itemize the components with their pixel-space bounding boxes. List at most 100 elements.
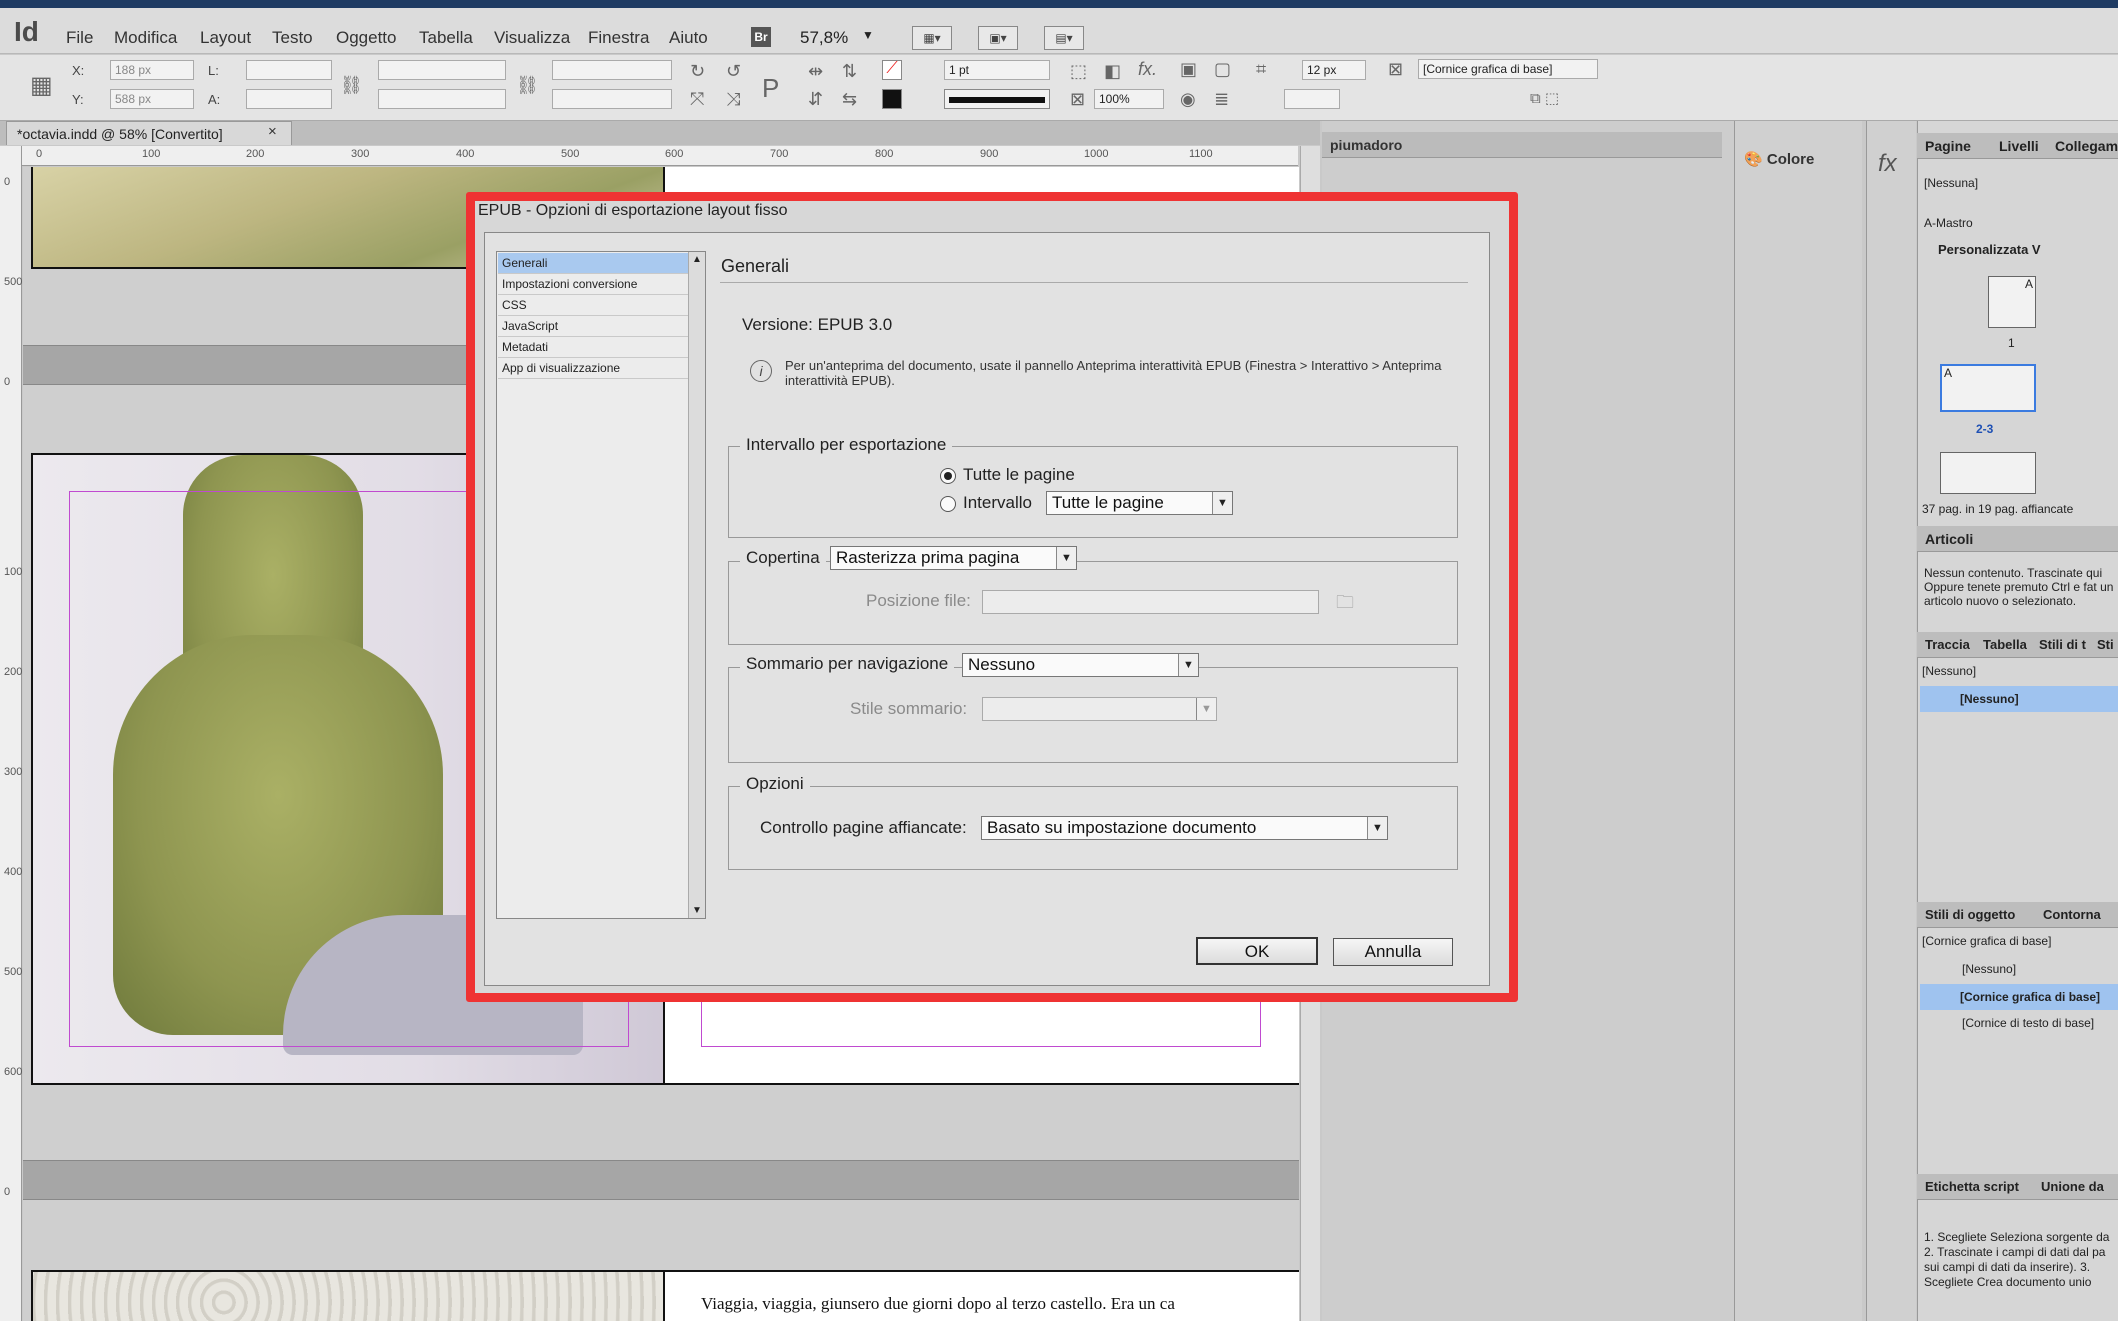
stroke-weight-field[interactable]: 1 pt <box>944 60 1050 80</box>
scale-x-field[interactable] <box>378 60 506 80</box>
flip-vertical-icon[interactable]: ⇵ <box>808 89 823 110</box>
rotation-field[interactable] <box>552 60 672 80</box>
bridge-button[interactable]: Br <box>751 27 771 47</box>
nav-item-css[interactable]: CSS <box>498 295 688 316</box>
menu-aiuto[interactable]: Aiuto <box>669 28 708 48</box>
tab-articoli[interactable]: Articoli <box>1925 531 1973 547</box>
ok-button[interactable]: OK <box>1196 937 1318 965</box>
radio-range-label[interactable]: Intervallo <box>963 493 1032 513</box>
nav-item-javascript[interactable]: JavaScript <box>498 316 688 337</box>
scale-y-field[interactable] <box>378 89 506 109</box>
page-thumbnail-1[interactable]: A <box>1988 276 2036 328</box>
tab-tabella[interactable]: Tabella <box>1983 637 2027 652</box>
menu-tabella[interactable]: Tabella <box>419 28 473 48</box>
document-tab[interactable]: *octavia.indd @ 58% [Convertito] <box>6 121 292 145</box>
pages-none-item[interactable]: [Nessuna] <box>1924 176 1978 190</box>
cover-dropdown[interactable]: Rasterizza prima pagina ▼ <box>830 546 1077 570</box>
style-override-icon[interactable]: ⧉ ⬚ <box>1530 89 1559 107</box>
select-next-icon[interactable]: ⤨ <box>726 89 740 110</box>
nav-item-app-visualizzazione[interactable]: App di visualizzazione <box>498 358 688 379</box>
align-icon[interactable]: ⇅ <box>842 61 857 82</box>
object-style-selected-row[interactable]: [Cornice grafica di base] <box>1920 984 2118 1010</box>
distribute-icon[interactable]: ⇆ <box>842 89 857 110</box>
rotate-counterclockwise-icon[interactable]: ↺ <box>726 61 741 82</box>
tab-livelli[interactable]: Livelli <box>1999 138 2039 154</box>
content-fit-icon[interactable]: ⬚ <box>1070 61 1087 82</box>
zoom-dropdown-icon[interactable]: ▼ <box>862 28 874 42</box>
corner-shape-dropdown[interactable] <box>1284 89 1340 109</box>
fill-none-swatch-icon[interactable]: ⟋ <box>882 60 902 80</box>
spread-control-dropdown[interactable]: Basato su impostazione documento ▼ <box>981 816 1388 840</box>
text-wrap-icon[interactable]: ≣ <box>1214 89 1229 110</box>
x-position-field[interactable]: 188 px <box>110 60 194 80</box>
menu-layout[interactable]: Layout <box>200 28 251 48</box>
body-text[interactable]: Viaggia, viaggia, giunsero due giorni do… <box>701 1294 1175 1314</box>
opacity-field[interactable]: 100% <box>1094 89 1164 109</box>
frame-fitting-icon[interactable]: ▣ <box>1180 59 1197 80</box>
select-previous-icon[interactable]: ⤧ <box>690 89 704 110</box>
constrain-proportions-icon[interactable]: ⛓ <box>340 75 363 96</box>
nav-item-impostazioni-conversione[interactable]: Impostazioni conversione <box>498 274 688 295</box>
tab-stili-tabella[interactable]: Stili di t <box>2039 637 2086 652</box>
color-panel-button[interactable]: 🎨 Colore <box>1744 150 1814 168</box>
view-options-icon[interactable]: ▦▾ <box>912 26 952 50</box>
corner-options-icon[interactable]: ⌗ <box>1256 59 1266 80</box>
radio-range[interactable] <box>940 496 956 512</box>
object-style-dropdown[interactable]: [Cornice grafica di base] <box>1418 59 1598 79</box>
screen-mode-icon[interactable]: ▣▾ <box>978 26 1018 50</box>
nav-scrollbar[interactable]: ▲ ▼ <box>688 252 705 918</box>
rotate-clockwise-icon[interactable]: ↻ <box>690 61 705 82</box>
cancel-button[interactable]: Annulla <box>1333 938 1453 966</box>
tab-pagine[interactable]: Pagine <box>1925 138 1971 154</box>
menu-finestra[interactable]: Finestra <box>588 28 649 48</box>
radio-all-pages[interactable] <box>940 468 956 484</box>
page-thumbnail-next[interactable] <box>1940 452 2036 494</box>
menu-file[interactable]: File <box>66 28 93 48</box>
tab-contorna[interactable]: Contorna <box>2043 907 2101 922</box>
height-field[interactable] <box>246 89 332 109</box>
style-none-item[interactable]: [Nessuno] <box>1922 664 1976 678</box>
scroll-down-icon[interactable]: ▼ <box>692 905 702 916</box>
select-container-icon[interactable]: P <box>762 73 779 104</box>
tab-etichetta-script[interactable]: Etichetta script <box>1925 1179 2019 1194</box>
y-position-field[interactable]: 588 px <box>110 89 194 109</box>
tab-collegamenti[interactable]: Collegam <box>2055 138 2118 154</box>
scroll-up-icon[interactable]: ▲ <box>692 254 702 265</box>
tab-unione-dati[interactable]: Unione da <box>2041 1179 2104 1194</box>
effects-fx-button[interactable]: fx <box>1878 150 1897 178</box>
range-dropdown[interactable]: Tutte le pagine ▼ <box>1046 491 1233 515</box>
object-style-text-frame[interactable]: [Cornice di testo di base] <box>1962 1016 2094 1030</box>
page-size-dropdown[interactable]: Personalizzata V <box>1938 242 2041 257</box>
radio-all-pages-label[interactable]: Tutte le pagine <box>963 465 1075 485</box>
nav-item-generali[interactable]: Generali <box>498 253 688 274</box>
zoom-level[interactable]: 57,8% <box>800 28 848 48</box>
stroke-black-swatch-icon[interactable] <box>882 89 902 109</box>
flip-horizontal-icon[interactable]: ⇹ <box>808 61 823 82</box>
stroke-type-dropdown[interactable] <box>944 89 1050 109</box>
selected-style-row[interactable]: [Nessuno] <box>1920 686 2118 712</box>
menu-testo[interactable]: Testo <box>272 28 313 48</box>
library-panel-title[interactable]: piumadoro <box>1330 137 1402 153</box>
object-style-none[interactable]: [Nessuno] <box>1962 962 2016 976</box>
fill-frame-icon[interactable]: ◉ <box>1180 89 1196 110</box>
arrange-documents-icon[interactable]: ▤▾ <box>1044 26 1084 50</box>
effects-fx-icon[interactable]: fx. <box>1138 59 1157 80</box>
menu-oggetto[interactable]: Oggetto <box>336 28 397 48</box>
pages-master-item[interactable]: A-Mastro <box>1924 216 1973 230</box>
width-field[interactable] <box>246 60 332 80</box>
reference-point-icon[interactable]: ▦ <box>30 71 53 100</box>
center-content-icon[interactable]: ▢ <box>1214 59 1231 80</box>
close-tab-icon[interactable]: × <box>268 123 277 140</box>
tab-stili-oggetto[interactable]: Stili di oggetto <box>1925 907 2015 922</box>
page-bottom-left[interactable] <box>31 1270 671 1321</box>
menu-modifica[interactable]: Modifica <box>114 28 177 48</box>
page-thumbnail-spread[interactable]: A <box>1940 364 2036 412</box>
link-icon[interactable]: ⛓ <box>516 75 539 96</box>
tab-traccia[interactable]: Traccia <box>1925 637 1970 652</box>
tab-stili[interactable]: Sti <box>2097 637 2114 652</box>
nav-item-metadati[interactable]: Metadati <box>498 337 688 358</box>
offset-field[interactable]: 12 px <box>1302 60 1366 80</box>
shear-field[interactable] <box>552 89 672 109</box>
toc-dropdown[interactable]: Nessuno ▼ <box>962 653 1199 677</box>
page-bottom-right[interactable]: Viaggia, viaggia, giunsero due giorni do… <box>663 1270 1299 1321</box>
